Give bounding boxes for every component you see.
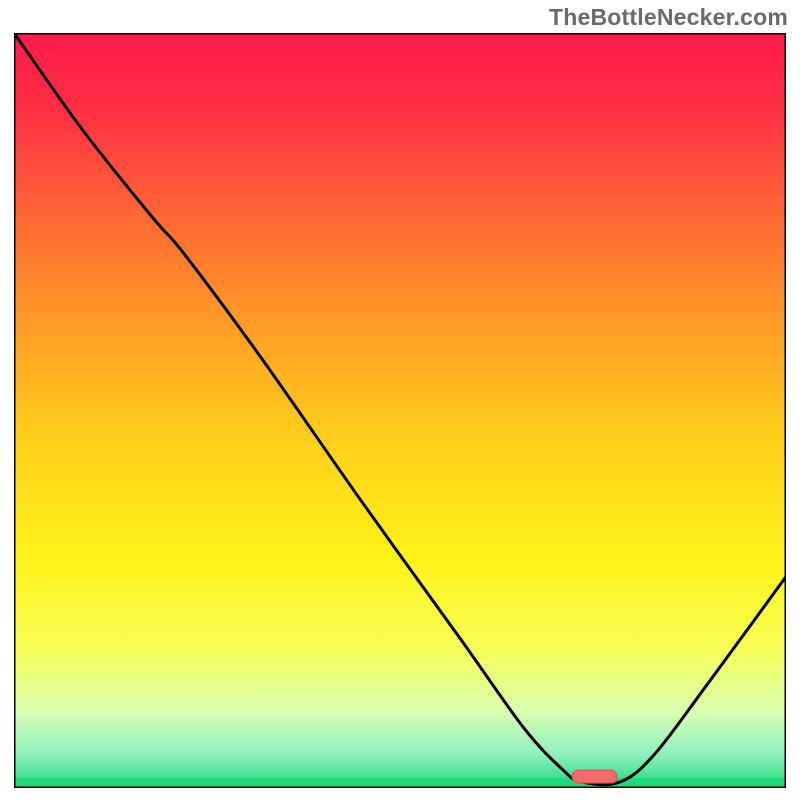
- plot-area: [14, 33, 786, 788]
- chart-container: TheBottleNecker.com: [0, 0, 800, 800]
- watermark-text: TheBottleNecker.com: [549, 4, 788, 31]
- gradient-background: [14, 33, 786, 788]
- optimal-marker: [572, 770, 617, 783]
- chart-svg: [14, 33, 786, 788]
